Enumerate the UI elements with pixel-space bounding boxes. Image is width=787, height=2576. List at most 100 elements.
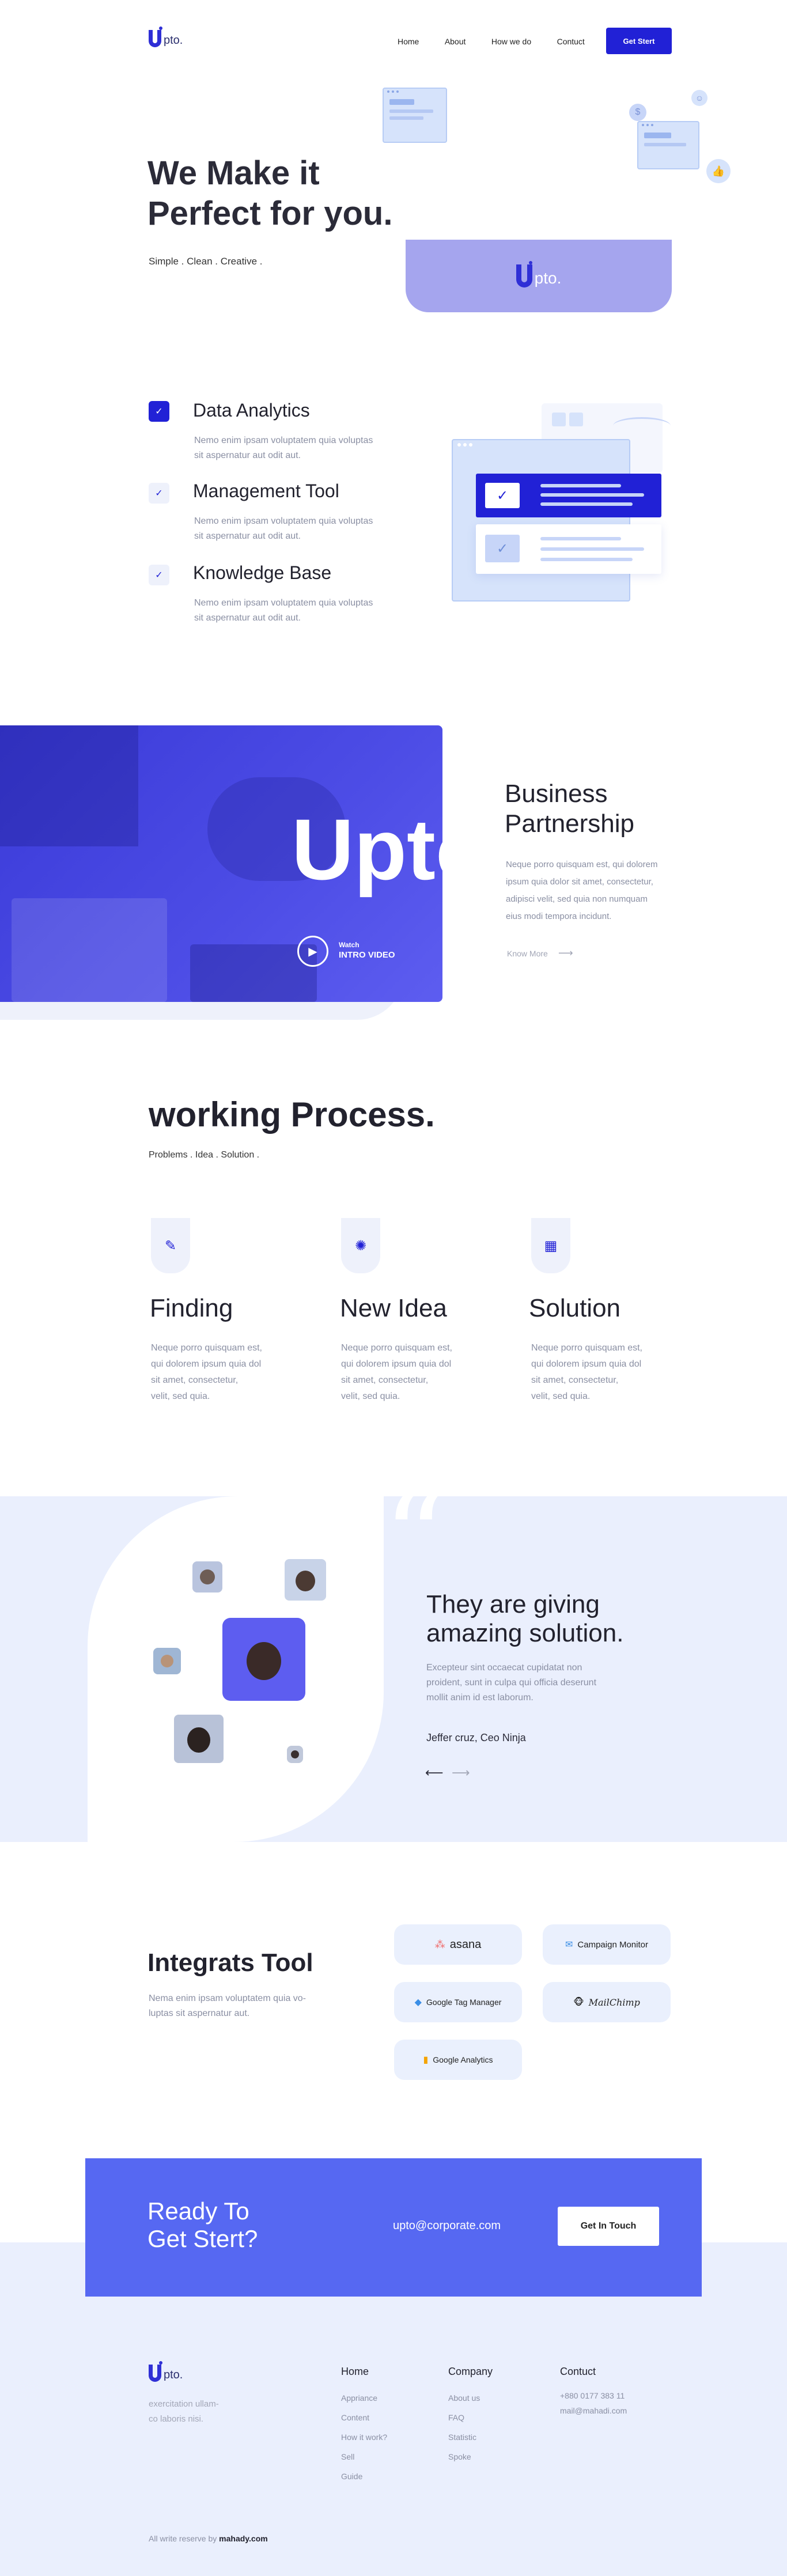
hero-browser-illustration [383, 88, 447, 143]
footer-column-head: Contuct [560, 2366, 596, 2377]
avatar[interactable] [192, 1561, 222, 1592]
hero-card-logo-mark [516, 261, 532, 288]
process-desc-line: velit, sed quia. [341, 1391, 400, 1401]
process-desc-line: sit amet, consectetur, [151, 1375, 239, 1385]
google-analytics-icon: ▮ [423, 2055, 429, 2065]
video-window-shape [0, 725, 138, 846]
arrow-left-icon[interactable]: ⟵ [425, 1765, 444, 1780]
tool-mailchimp[interactable]: 🐵 MailChimp [543, 1982, 671, 2022]
cta-title: Ready To Get Stert? [147, 2197, 258, 2253]
footer-desc: exercitation ullam- co laboris nisi. [149, 2397, 219, 2427]
bp-desc-line: ipsum quia dolor sit amet, consectetur, [506, 877, 653, 887]
get-in-touch-button[interactable]: Get In Touch [558, 2207, 659, 2246]
copyright: All write reserve by mahady.com [149, 2534, 268, 2543]
footer-link[interactable]: How it work? [341, 2427, 387, 2447]
get-started-button[interactable]: Get Stert [606, 28, 672, 54]
check-icon: ✓ [149, 483, 169, 504]
feature-title: Management Tool [193, 481, 339, 501]
process-subtitle: Problems . Idea . Solution . [149, 1150, 260, 1160]
hero-title-line1: We Make it [147, 154, 320, 192]
cta-email[interactable]: upto@corporate.com [393, 2219, 501, 2233]
nav-contact[interactable]: Contuct [557, 37, 585, 46]
footer-link[interactable]: Sell [341, 2447, 387, 2467]
testimonial-title-line2: amazing solution. [426, 1619, 624, 1647]
avatar[interactable] [174, 1715, 224, 1763]
footer-link[interactable]: Statistic [448, 2427, 493, 2447]
know-more-link[interactable]: Know More ⟶ [507, 947, 573, 959]
integrations-desc-line: Nema enim ipsam voluptatem quia vo- [149, 1994, 307, 2003]
tool-asana[interactable]: ⁂ asana [394, 1924, 522, 1965]
smile-icon: ☺ [691, 90, 707, 106]
footer-link[interactable]: FAQ [448, 2408, 493, 2427]
feature-illustration-square [569, 413, 583, 426]
arrow-right-icon: ⟶ [558, 947, 573, 959]
footer-link[interactable]: Content [341, 2408, 387, 2427]
check-icon: ✓ [149, 401, 169, 422]
feature-illustration-wave [613, 417, 671, 434]
footer-email[interactable]: mail@mahadi.com [560, 2403, 627, 2418]
feature-item-management-tool: ✓ [149, 483, 169, 504]
tool-label: MailChimp [588, 1996, 640, 2008]
business-partnership-desc: Neque porro quisquam est, qui dolorem ip… [506, 856, 657, 925]
nav-home[interactable]: Home [398, 37, 419, 46]
hero-card-logo: pto. [516, 261, 562, 288]
footer-desc-line: exercitation ullam- [149, 2399, 219, 2409]
copyright-prefix: All write reserve by [149, 2534, 217, 2543]
arrow-right-icon[interactable]: ⟶ [452, 1765, 470, 1780]
footer-phone[interactable]: +880 0177 383 11 [560, 2388, 627, 2403]
integrations-desc: Nema enim ipsam voluptatem quia vo- lupt… [149, 1991, 306, 2021]
bp-title-line1: Business [505, 780, 608, 808]
testimonial-desc-line: proident, sunt in culpa qui officia dese… [426, 1678, 597, 1688]
logo[interactable]: pto. [149, 27, 183, 47]
tool-google-tag-manager[interactable]: ◆ Google Tag Manager [394, 1982, 522, 2022]
feature-card-active: ✓ [476, 474, 661, 517]
tool-google-analytics[interactable]: ▮ Google Analytics [394, 2040, 522, 2080]
feature-desc-line: sit aspernatur aut odit aut. [194, 531, 301, 541]
footer-column-head: Company [448, 2366, 493, 2377]
nav-how-we-do[interactable]: How we do [491, 37, 531, 46]
video-big-text: Upto [292, 801, 442, 898]
cta-title-line1: Ready To [147, 2197, 249, 2225]
feature-title: Data Analytics [193, 400, 310, 421]
bp-desc-line: Neque porro quisquam est, qui dolorem [506, 860, 658, 869]
intro-video-label: INTRO VIDEO [339, 950, 395, 960]
feature-desc: Nemo enim ipsam voluptatem quia voluptas… [194, 596, 373, 626]
testimonial-desc: Excepteur sint occaecat cupidatat non pr… [426, 1660, 596, 1705]
feature-card-inactive: ✓ [476, 524, 661, 574]
avatar[interactable] [287, 1746, 303, 1763]
footer-logo[interactable]: pto. [149, 2361, 183, 2382]
feature-item-data-analytics: ✓ [149, 401, 169, 422]
play-icon[interactable]: ▶ [297, 936, 328, 967]
check-icon: ✓ [485, 535, 520, 562]
avatar[interactable] [285, 1559, 326, 1601]
bp-desc-line: adipisci velit, sed quia non numquam [506, 894, 648, 904]
testimonial-desc-line: Excepteur sint occaecat cupidatat non [426, 1663, 582, 1673]
process-desc-line: sit amet, consectetur, [341, 1375, 429, 1385]
avatar-featured[interactable] [222, 1618, 305, 1701]
process-desc-line: velit, sed quia. [151, 1391, 210, 1401]
avatar[interactable] [153, 1648, 181, 1674]
process-item-title: New Idea [340, 1294, 447, 1322]
asana-icon: ⁂ [434, 1938, 445, 1950]
intro-video[interactable]: Upto ▶ Watch INTRO VIDEO [0, 725, 442, 1002]
feature-illustration-square [552, 413, 566, 426]
process-desc-line: qui dolorem ipsum quia dol [341, 1359, 452, 1369]
idea-icon: ✺ [341, 1218, 380, 1273]
logo-mark [149, 27, 162, 47]
footer-desc-line: co laboris nisi. [149, 2414, 204, 2424]
footer-link[interactable]: Spoke [448, 2447, 493, 2467]
footer-link[interactable]: Appriance [341, 2388, 387, 2408]
footer-column-head: Home [341, 2366, 369, 2377]
copyright-brand[interactable]: mahady.com [219, 2534, 268, 2543]
logo-text: pto. [164, 34, 183, 47]
tool-campaign-monitor[interactable]: ✉ Campaign Monitor [543, 1924, 671, 1965]
footer-link[interactable]: Guide [341, 2467, 387, 2486]
hero-subtitle: Simple . Clean . Creative . [149, 256, 263, 267]
feature-browser-illustration [452, 439, 630, 602]
feature-desc: Nemo enim ipsam voluptatem quia voluptas… [194, 514, 373, 544]
footer-link[interactable]: About us [448, 2388, 493, 2408]
hero-card-logo-text: pto. [534, 269, 562, 287]
process-item-desc: Neque porro quisquam est, qui dolorem ip… [151, 1340, 262, 1405]
cta-title-line2: Get Stert? [147, 2225, 258, 2252]
nav-about[interactable]: About [445, 37, 466, 46]
